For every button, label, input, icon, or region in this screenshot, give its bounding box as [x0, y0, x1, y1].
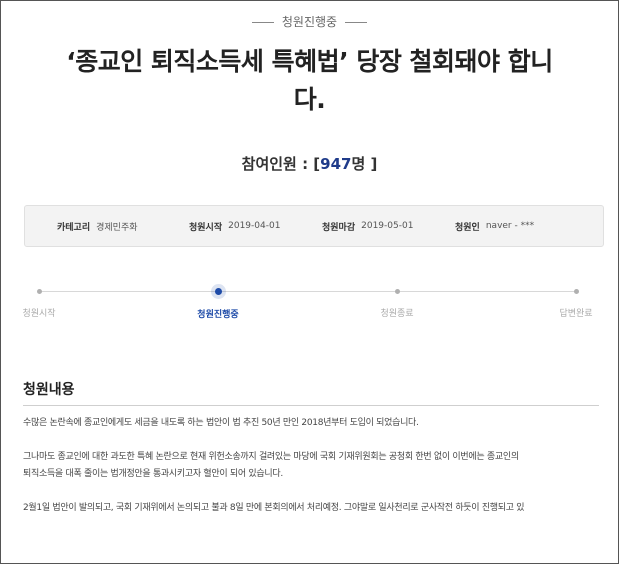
content-heading: 청원내용: [23, 382, 75, 398]
content-line: 퇴직소득을 대폭 줄이는 법개정안을 통과시키고자 혈안이 되어 있습니다.: [23, 469, 283, 479]
progress-step-label: 청원진행중: [197, 310, 239, 320]
info-category: 카테고리 경제민주화: [57, 220, 189, 233]
progress-step-label: 답변완료: [559, 309, 593, 319]
progress-step-label: 청원시작: [22, 309, 56, 319]
info-author-value: naver - ***: [485, 221, 535, 231]
info-start: 청원시작 2019-04-01: [189, 220, 322, 233]
progress-dot: [573, 289, 579, 294]
info-start-label: 청원시작: [189, 222, 223, 233]
info-author-label: 청원인: [455, 222, 480, 233]
petition-title: ‘종교인 퇴직소득세 특혜법’ 당장 철회돼야 합니 다.: [31, 43, 588, 119]
info-category-label: 카테고리: [57, 222, 91, 233]
info-start-value: 2019-04-01: [228, 221, 281, 231]
info-end-label: 청원마감: [322, 222, 356, 233]
progress-track: [39, 291, 576, 292]
petition-progress: 청원시작 청원진행중 청원종료 답변완료: [1, 281, 618, 331]
petition-info-box: 카테고리 경제민주화 청원시작 2019-04-01 청원마감 2019-05-…: [24, 205, 604, 247]
progress-step-label: 청원종료: [380, 309, 414, 319]
progress-dot: [394, 289, 400, 294]
participant-unit: 명 ]: [351, 155, 378, 173]
info-end: 청원마감 2019-05-01: [322, 220, 455, 233]
progress-step-closed: 청원종료: [352, 281, 442, 319]
status-dash-left: [251, 22, 274, 23]
progress-step-ongoing: 청원진행중: [173, 281, 263, 320]
petition-content: 수많은 논란속에 종교인에게도 세금을 내도록 하는 법안이 법 추진 50년 …: [23, 415, 603, 534]
petition-title-line-1: ‘종교인 퇴직소득세 특혜법’ 당장 철회돼야 합니: [66, 47, 553, 76]
petition-status: 청원진행중: [1, 13, 618, 30]
info-end-value: 2019-05-01: [361, 221, 414, 231]
progress-dot: [36, 289, 42, 294]
participant-number: 947: [320, 155, 352, 173]
participant-count: 참여인원 : [947명 ]: [1, 153, 618, 174]
content-paragraph: 수많은 논란속에 종교인에게도 세금을 내도록 하는 법안이 법 추진 50년 …: [23, 418, 419, 428]
petition-page: 청원진행중 ‘종교인 퇴직소득세 특혜법’ 당장 철회돼야 합니 다. 참여인원…: [0, 0, 619, 564]
info-author: 청원인 naver - ***: [455, 220, 534, 233]
progress-dot-current: [214, 288, 222, 295]
progress-step-answered: 답변완료: [531, 281, 618, 319]
content-paragraph: 2월1일 법안이 발의되고, 국회 기재위에서 논의되고 불과 8일 만에 본회…: [23, 503, 525, 513]
content-divider: [23, 405, 599, 406]
petition-title-line-2: 다.: [293, 85, 326, 114]
progress-step-start: 청원시작: [1, 281, 84, 319]
participant-label: 참여인원 : [: [241, 155, 321, 173]
status-dash-right: [345, 22, 368, 23]
content-paragraph: 그나마도 종교인에 대한 과도한 특혜 논란으로 현재 위헌소송까지 걸려있는 …: [23, 449, 603, 483]
status-label: 청원진행중: [281, 15, 338, 29]
content-line: 그나마도 종교인에 대한 과도한 특혜 논란으로 현재 위헌소송까지 걸려있는 …: [23, 452, 519, 462]
info-category-value: 경제민주화: [96, 222, 138, 233]
